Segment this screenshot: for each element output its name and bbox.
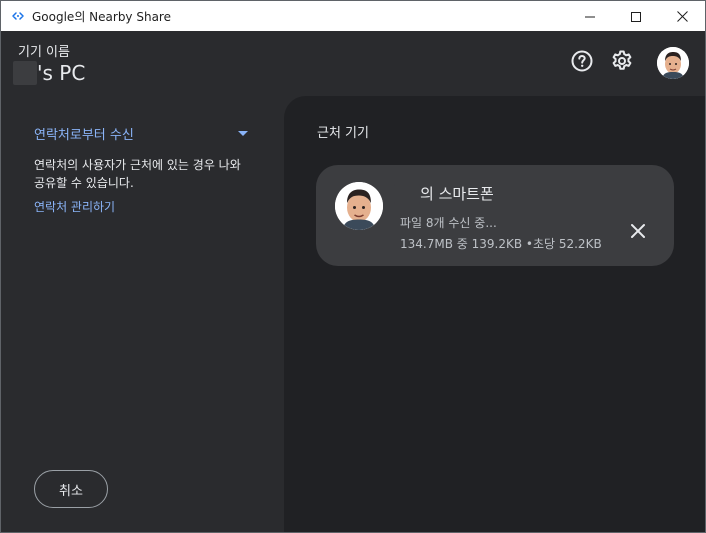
- minimize-icon: [585, 7, 595, 26]
- account-avatar[interactable]: [657, 47, 689, 79]
- gear-icon: [610, 49, 634, 77]
- sidebar: 연락처로부터 수신 연락처의 사용자가 근처에 있는 경우 나와 공유할 수 있…: [1, 96, 284, 532]
- help-circle-icon: [570, 49, 594, 77]
- receive-visibility-dropdown[interactable]: 연락처로부터 수신: [34, 124, 248, 143]
- caret-down-icon: [238, 126, 248, 141]
- nearby-devices-title: 근처 기기: [317, 126, 369, 141]
- avatar: [657, 47, 689, 79]
- transfer-status: 파일 8개 수신 중...: [400, 216, 497, 230]
- redacted-name: [13, 61, 37, 85]
- settings-button[interactable]: [609, 50, 635, 76]
- maximize-button[interactable]: [613, 1, 659, 31]
- redacted-name: [394, 183, 420, 204]
- device-name-label: 기기 이름: [18, 45, 70, 60]
- cancel-button[interactable]: 취소: [34, 470, 108, 508]
- device-name: 's PC: [13, 61, 85, 85]
- nearby-devices-panel: 근처 기기 의 스마트폰 파일 8개 수신 중... 134.7MB 중 139…: [284, 96, 705, 532]
- maximize-icon: [631, 7, 641, 26]
- transfer-card: 의 스마트폰 파일 8개 수신 중... 134.7MB 중 139.2KB •…: [316, 165, 674, 266]
- close-icon: [630, 223, 646, 243]
- help-button[interactable]: [569, 50, 595, 76]
- visibility-description: 연락처의 사용자가 근처에 있는 경우 나와 공유할 수 있습니다.: [34, 158, 241, 190]
- sender-device-name: 의 스마트폰: [394, 183, 494, 204]
- sender-avatar: [335, 182, 383, 230]
- nearby-share-window: Google의 Nearby Share 기기 이름 's PC 연락처로부터 …: [0, 0, 706, 533]
- window-title: Google의 Nearby Share: [32, 9, 171, 24]
- device-name-suffix: 's PC: [37, 61, 86, 85]
- transfer-progress-text: 134.7MB 중 139.2KB •초당 52.2KB: [400, 237, 602, 251]
- receive-option-label: 연락처로부터 수신: [34, 128, 134, 143]
- sender-device-suffix: 의 스마트폰: [420, 185, 494, 203]
- cancel-transfer-button[interactable]: [626, 221, 650, 245]
- app-header: 기기 이름 's PC: [1, 31, 705, 96]
- nearby-share-app-icon: [11, 9, 25, 23]
- window-controls: [567, 1, 705, 31]
- close-icon: [676, 7, 688, 26]
- title-bar: Google의 Nearby Share: [1, 1, 705, 31]
- minimize-button[interactable]: [567, 1, 613, 31]
- manage-contacts-link[interactable]: 연락처 관리하기: [34, 198, 115, 215]
- close-window-button[interactable]: [659, 1, 705, 31]
